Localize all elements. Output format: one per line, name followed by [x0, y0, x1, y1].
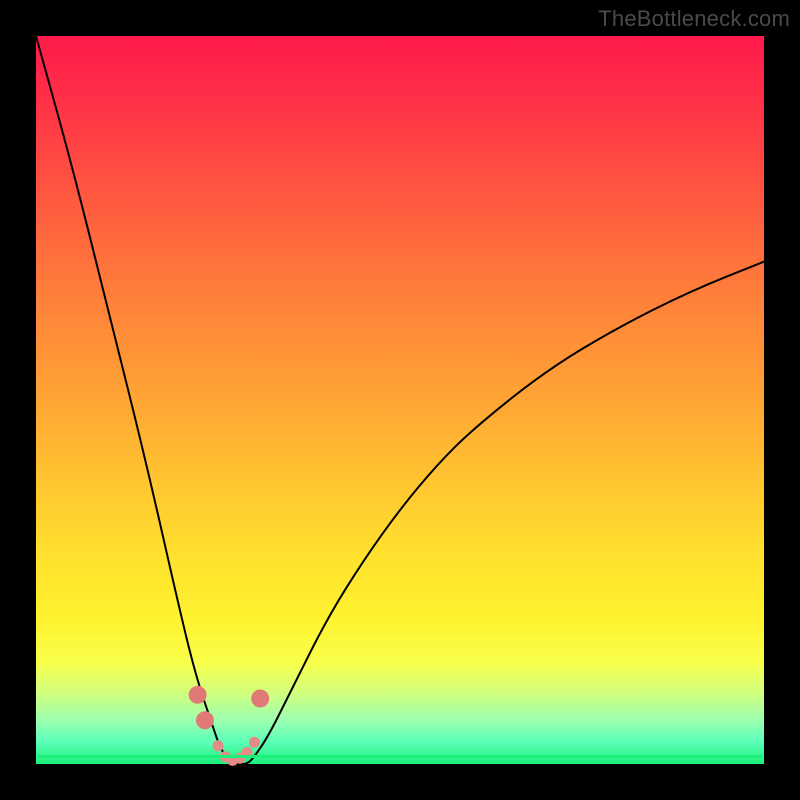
marker-point — [249, 737, 260, 748]
marker-point — [213, 740, 224, 751]
chart-frame: TheBottleneck.com — [0, 0, 800, 800]
bottleneck-curve — [36, 36, 764, 764]
curve-svg — [36, 36, 764, 764]
attribution-label: TheBottleneck.com — [598, 6, 790, 32]
baseline-strip — [38, 755, 762, 758]
marker-point — [251, 690, 269, 708]
marker-point — [196, 711, 214, 729]
plot-area — [36, 36, 764, 764]
marker-point — [189, 686, 207, 704]
